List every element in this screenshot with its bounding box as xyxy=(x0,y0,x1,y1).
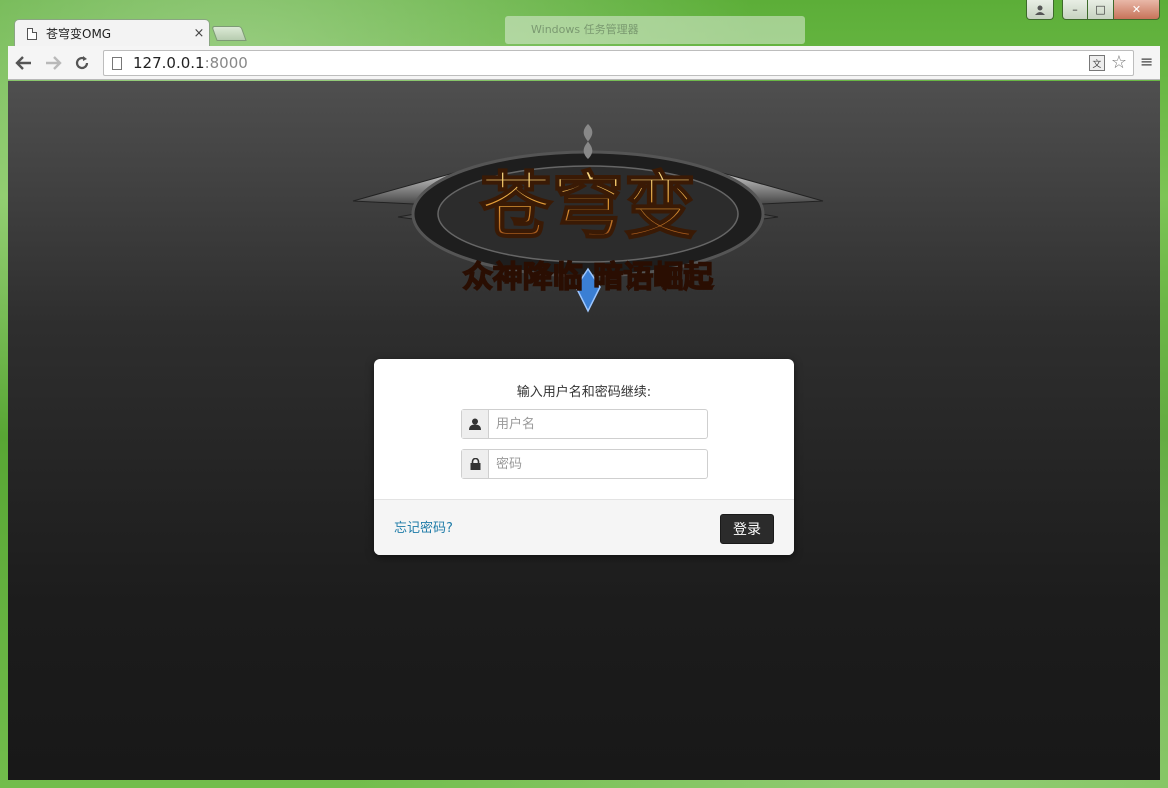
login-card: 输入用户名和密码继续: 忘记密码? 登录 xyxy=(374,359,794,555)
menu-icon[interactable]: ≡ xyxy=(1140,54,1154,70)
back-button[interactable] xyxy=(11,50,37,76)
tab-close-icon[interactable]: × xyxy=(189,26,209,41)
maximize-button[interactable]: □ xyxy=(1088,0,1114,20)
forward-button[interactable] xyxy=(40,50,66,76)
profile-button[interactable] xyxy=(1026,0,1054,20)
username-input[interactable] xyxy=(489,410,707,438)
forgot-password-link[interactable]: 忘记密码? xyxy=(394,517,453,536)
address-bar[interactable]: 127.0.0.1:8000 文 ☆ xyxy=(103,50,1134,76)
page-viewport: 苍穹变 众神降临 暗语崛起 输入用户名和密码继续: 忘记密码? 登录 xyxy=(8,81,1160,780)
reload-icon xyxy=(75,55,89,69)
back-arrow-icon xyxy=(15,55,31,70)
lock-icon xyxy=(462,450,489,478)
login-button[interactable]: 登录 xyxy=(720,514,774,544)
url-port: :8000 xyxy=(204,54,248,72)
page-icon xyxy=(112,56,122,70)
login-footer: 忘记密码? 登录 xyxy=(374,499,794,555)
logo-subtitle: 众神降临 暗语崛起 xyxy=(463,260,714,295)
window-controls: – □ ✕ xyxy=(1026,0,1160,20)
page-icon xyxy=(27,27,37,40)
browser-toolbar: 127.0.0.1:8000 文 ☆ ≡ xyxy=(8,46,1160,80)
username-field-group xyxy=(461,409,708,439)
translate-icon[interactable]: 文 xyxy=(1088,55,1105,71)
background-window: Windows 任务管理器 xyxy=(505,16,805,44)
login-prompt: 输入用户名和密码继续: xyxy=(516,385,652,400)
star-icon[interactable]: ☆ xyxy=(1111,54,1127,72)
close-button[interactable]: ✕ xyxy=(1114,0,1160,20)
url-host: 127.0.0.1 xyxy=(133,54,205,72)
reload-button[interactable] xyxy=(69,50,95,76)
browser-tab[interactable]: 苍穹变OMG × xyxy=(14,19,210,47)
minimize-button[interactable]: – xyxy=(1062,0,1088,20)
password-input[interactable] xyxy=(489,450,707,478)
tab-title: 苍穹变OMG xyxy=(46,27,112,41)
logo-title: 苍穹变 xyxy=(480,163,696,248)
game-logo: 苍穹变 众神降临 暗语崛起 xyxy=(352,124,824,313)
profile-icon xyxy=(1035,5,1045,15)
user-icon xyxy=(462,410,489,438)
new-tab-button[interactable] xyxy=(211,26,247,41)
password-field-group xyxy=(461,449,708,479)
forward-arrow-icon xyxy=(46,55,62,70)
